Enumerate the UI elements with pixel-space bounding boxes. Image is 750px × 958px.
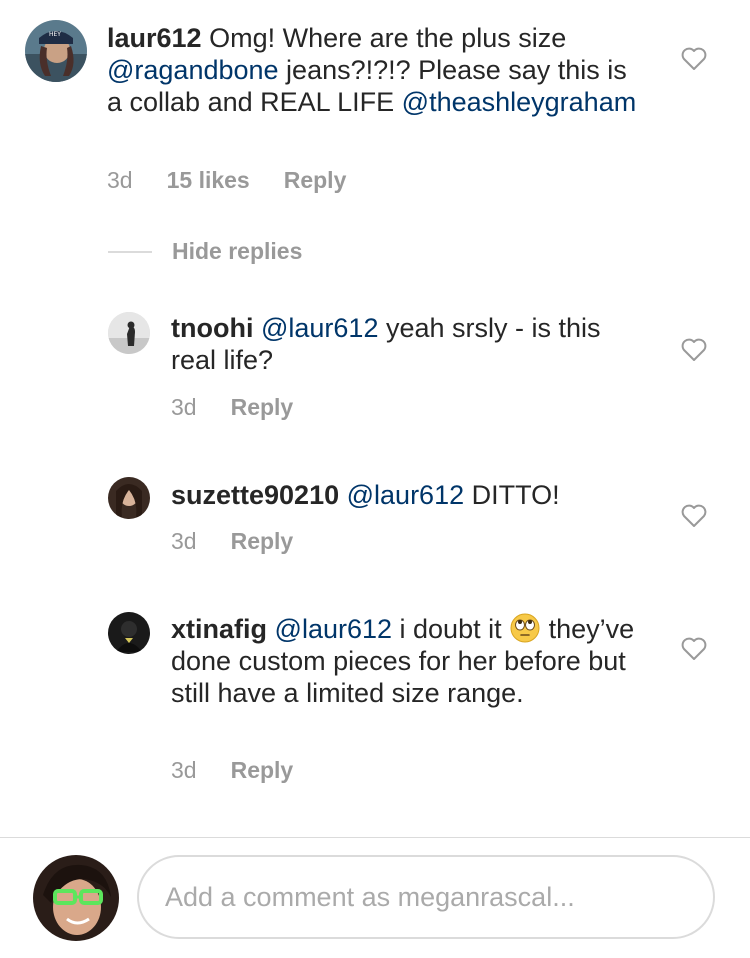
reply-xtinafig: xtinafig @laur612 i doubt it they’ve don… [0, 598, 750, 798]
reply-meta: 3d Reply [171, 394, 293, 421]
hide-replies-label: Hide replies [172, 238, 303, 264]
reply-text: xtinafig @laur612 i doubt it they’ve don… [171, 612, 641, 709]
comment-input[interactable] [137, 855, 715, 939]
mention-link[interactable]: @laur612 [261, 313, 378, 343]
comment-username[interactable]: laur612 [107, 23, 202, 53]
avatar[interactable] [108, 477, 150, 519]
reply-button[interactable]: Reply [231, 528, 294, 555]
comment-laur612: HEY laur612 Omg! Where are the plus size… [0, 0, 750, 210]
avatar-suzette90210-image [108, 477, 150, 519]
svg-text:HEY: HEY [49, 31, 61, 38]
avatar-laur612-image: HEY [25, 20, 87, 82]
like-heart-icon[interactable] [681, 47, 707, 71]
composer-avatar-image [33, 855, 119, 941]
mention-link[interactable]: @laur612 [347, 480, 464, 510]
reply-button[interactable]: Reply [284, 167, 347, 194]
comment-meta: 3d 15 likes Reply [107, 167, 346, 194]
composer-avatar[interactable] [33, 855, 119, 941]
reply-text-part: DITTO! [464, 480, 560, 510]
reply-meta: 3d Reply [171, 757, 293, 784]
reply-username[interactable]: suzette90210 [171, 480, 339, 510]
avatar-xtinafig-image [108, 612, 150, 654]
like-heart-icon[interactable] [681, 637, 707, 661]
reply-username[interactable]: xtinafig [171, 614, 267, 644]
reply-tnoohi: tnoohi @laur612 yeah srsly - is this rea… [0, 300, 750, 430]
avatar[interactable] [108, 312, 150, 354]
reply-text: tnoohi @laur612 yeah srsly - is this rea… [171, 312, 641, 376]
reply-username[interactable]: tnoohi [171, 313, 253, 343]
likes-count[interactable]: 15 likes [167, 167, 250, 194]
avatar-tnoohi-image [108, 312, 150, 354]
reply-time: 3d [171, 394, 197, 420]
reply-time: 3d [171, 757, 197, 783]
reply-text-part: i doubt it [392, 614, 510, 644]
composer-divider [0, 837, 750, 838]
comment-text-part: Omg! Where are the plus size [201, 23, 567, 53]
comment-time: 3d [107, 167, 133, 193]
reply-suzette90210: suzette90210 @laur612 DITTO! 3d Reply [0, 465, 750, 565]
mention-link[interactable]: @theashleygraham [402, 87, 637, 117]
avatar[interactable]: HEY [25, 20, 87, 82]
avatar[interactable] [108, 612, 150, 654]
hide-replies-line [108, 250, 152, 253]
hide-replies-button[interactable]: Hide replies [108, 238, 302, 265]
comment-text: laur612 Omg! Where are the plus size @ra… [107, 22, 647, 118]
face-with-rolling-eyes-icon [509, 612, 541, 644]
reply-button[interactable]: Reply [231, 394, 294, 421]
reply-button[interactable]: Reply [231, 757, 294, 784]
like-heart-icon[interactable] [681, 338, 707, 362]
mention-link[interactable]: @laur612 [275, 614, 392, 644]
mention-link[interactable]: @ragandbone [107, 55, 279, 85]
like-heart-icon[interactable] [681, 504, 707, 528]
reply-time: 3d [171, 528, 197, 554]
reply-text: suzette90210 @laur612 DITTO! [171, 479, 641, 511]
reply-meta: 3d Reply [171, 528, 293, 555]
